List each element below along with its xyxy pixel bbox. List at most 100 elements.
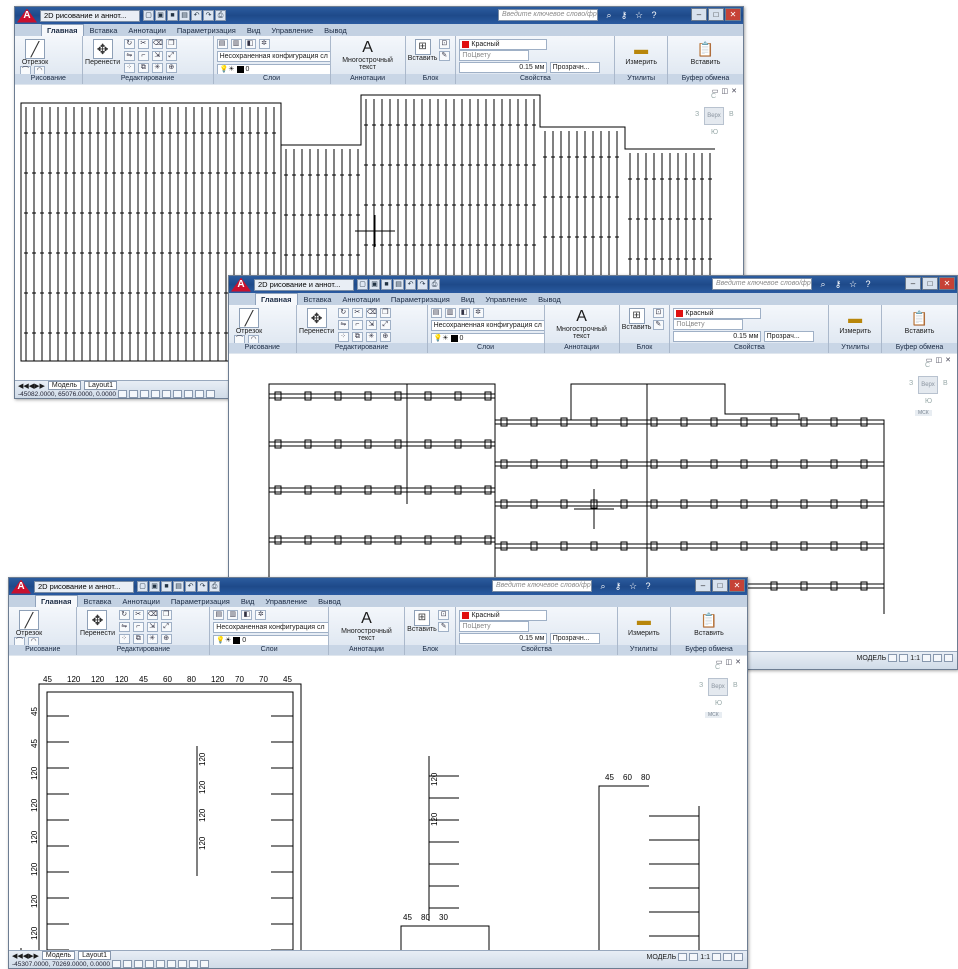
new-icon[interactable]: ▢ xyxy=(357,279,368,290)
mtext-icon[interactable]: A xyxy=(332,610,401,628)
close-button[interactable]: ✕ xyxy=(729,579,745,592)
stretch-icon[interactable]: ⇲ xyxy=(146,622,158,632)
join-icon[interactable]: ⊕ xyxy=(165,63,177,73)
fullscreen-icon[interactable] xyxy=(944,654,953,662)
saveas-icon[interactable]: ▤ xyxy=(179,10,190,21)
transparency-field[interactable]: Прозрач... xyxy=(763,331,814,342)
panel-title-properties[interactable]: Свойства xyxy=(670,343,829,353)
snap-toggle[interactable] xyxy=(111,960,121,968)
bycolor-dropdown[interactable]: ПоЦвету xyxy=(673,319,744,330)
layout-nav-icon[interactable]: ◀◀◀▶▶ xyxy=(18,382,45,390)
mtext-label[interactable]: Многострочный текст xyxy=(548,326,616,340)
print-icon[interactable]: ⎙ xyxy=(215,10,226,21)
viewcube[interactable]: С З Верх В Ю МСК xyxy=(699,664,739,724)
panel-title-layers[interactable]: Слои xyxy=(210,645,328,655)
panel-title-layers[interactable]: Слои xyxy=(427,343,544,353)
tab-1[interactable]: Вставка xyxy=(299,294,337,305)
undo-icon[interactable]: ↶ xyxy=(185,581,196,592)
close-button[interactable]: ✕ xyxy=(939,277,955,290)
snap-toggle[interactable] xyxy=(117,390,127,398)
ortho-toggle[interactable] xyxy=(139,390,149,398)
panel-title-utilities[interactable]: Утилиты xyxy=(615,74,668,84)
line-button[interactable]: ╱ Отрезок xyxy=(12,610,46,637)
panel-title-clipboard[interactable]: Буфер обмена xyxy=(882,343,957,353)
viewcube-east[interactable]: В xyxy=(733,682,738,689)
panel-title-annotation[interactable]: Аннотации xyxy=(330,74,405,84)
layer-state-icon[interactable]: ▥ xyxy=(230,39,242,49)
viewcube-east[interactable]: В xyxy=(729,111,734,118)
panel-title-layers[interactable]: Слои xyxy=(213,74,330,84)
paste-label[interactable]: Вставить xyxy=(674,630,744,637)
paste-icon[interactable]: 📋 xyxy=(671,39,740,59)
panel-title-block[interactable]: Блок xyxy=(619,343,670,353)
layout-tab-0[interactable]: Модель xyxy=(47,381,82,390)
new-icon[interactable]: ▢ xyxy=(143,10,154,21)
save-icon[interactable]: ■ xyxy=(161,581,172,592)
panel-title-annotation[interactable]: Аннотации xyxy=(544,343,619,353)
trim-icon[interactable]: ✂ xyxy=(351,308,363,318)
viewport-restore-icon[interactable]: ◫ xyxy=(726,658,733,666)
osnap-toggle[interactable] xyxy=(161,390,171,398)
bycolor-dropdown[interactable]: ПоЦвету xyxy=(459,621,530,632)
create-block-icon[interactable]: ⊡ xyxy=(652,308,664,318)
binoculars-icon[interactable]: ⌕ xyxy=(603,9,615,21)
otrack-toggle[interactable] xyxy=(166,960,176,968)
edit-block-icon[interactable]: ✎ xyxy=(652,320,664,330)
grid-toggle[interactable] xyxy=(128,390,138,398)
layout-tab-1[interactable]: Layout1 xyxy=(84,381,117,390)
scale-icon[interactable]: ⤢ xyxy=(160,622,172,632)
save-icon[interactable]: ■ xyxy=(381,279,392,290)
mtext-label[interactable]: Многострочный текст xyxy=(334,57,402,71)
erase-icon[interactable]: ⌫ xyxy=(151,39,163,49)
workspace-selector[interactable]: 2D рисование и аннот... xyxy=(40,9,140,22)
autocad-logo-icon[interactable]: A xyxy=(17,8,37,23)
move-button[interactable]: ✥ Перенести xyxy=(299,308,334,335)
maximize-button[interactable]: □ xyxy=(922,277,938,290)
search-input[interactable]: Введите ключевое слово/фразу xyxy=(492,580,592,592)
layout-quickview-icon[interactable] xyxy=(678,953,688,961)
erase-icon[interactable]: ⌫ xyxy=(146,610,158,620)
insert-block-button[interactable]: ⊞ Вставить xyxy=(622,308,651,331)
panel-title-modify[interactable]: Редактирование xyxy=(82,74,213,84)
layer-state-icon[interactable]: ▥ xyxy=(227,610,239,620)
redo-icon[interactable]: ↷ xyxy=(203,10,214,21)
erase-icon[interactable]: ⌫ xyxy=(365,308,377,318)
mtext-icon[interactable]: A xyxy=(334,39,402,57)
print-icon[interactable]: ⎙ xyxy=(209,581,220,592)
panel-title-annotation[interactable]: Аннотации xyxy=(328,645,404,655)
array-icon[interactable]: ⁘ xyxy=(118,634,130,644)
layer-freeze-icon[interactable]: ✲ xyxy=(255,610,267,620)
panel-title-draw[interactable]: Рисование xyxy=(229,343,296,353)
star-icon[interactable]: ☆ xyxy=(847,278,859,290)
polar-toggle[interactable] xyxy=(144,960,154,968)
fillet-icon[interactable]: ⌐ xyxy=(137,51,149,61)
tab-6[interactable]: Вывод xyxy=(533,294,566,305)
redo-icon[interactable]: ↷ xyxy=(197,581,208,592)
tab-3[interactable]: Параметризация xyxy=(172,25,241,36)
layer-iso-icon[interactable]: ◧ xyxy=(244,39,256,49)
drawing-quickview-icon[interactable] xyxy=(899,654,909,662)
layer-properties-icon[interactable]: ▤ xyxy=(216,39,228,49)
color-dropdown[interactable]: Красный xyxy=(673,308,762,319)
viewport-close-icon[interactable]: ✕ xyxy=(735,658,741,666)
wcs-menu[interactable]: МСК xyxy=(915,410,932,416)
create-block-icon[interactable]: ⊡ xyxy=(438,610,450,620)
join-icon[interactable]: ⊕ xyxy=(160,634,172,644)
viewcube-west[interactable]: З xyxy=(699,682,703,689)
panel-title-draw[interactable]: Рисование xyxy=(9,645,77,655)
viewcube-east[interactable]: В xyxy=(943,380,948,387)
paste-label[interactable]: Вставить xyxy=(885,328,954,335)
rotate-icon[interactable]: ↻ xyxy=(118,610,130,620)
workspace-selector[interactable]: 2D рисование и аннот... xyxy=(34,580,134,593)
help-icon[interactable]: ? xyxy=(648,9,660,21)
key-icon[interactable]: ⚷ xyxy=(612,580,624,592)
layer-state-icon[interactable]: ▥ xyxy=(444,308,456,318)
line-button[interactable]: ╱ Отрезок xyxy=(18,39,52,66)
tab-4[interactable]: Вид xyxy=(242,25,266,36)
measure-icon[interactable]: ▬ xyxy=(618,39,664,59)
move-button[interactable]: ✥ Перенести xyxy=(80,610,115,637)
bycolor-dropdown[interactable]: ПоЦвету xyxy=(459,50,530,61)
drawing-area[interactable]: 45 120 120 120 45 60 80 120 70 70 45 45 120 120 120 120… xyxy=(9,656,747,950)
panel-title-block[interactable]: Блок xyxy=(404,645,456,655)
edit-block-icon[interactable]: ✎ xyxy=(438,622,450,632)
